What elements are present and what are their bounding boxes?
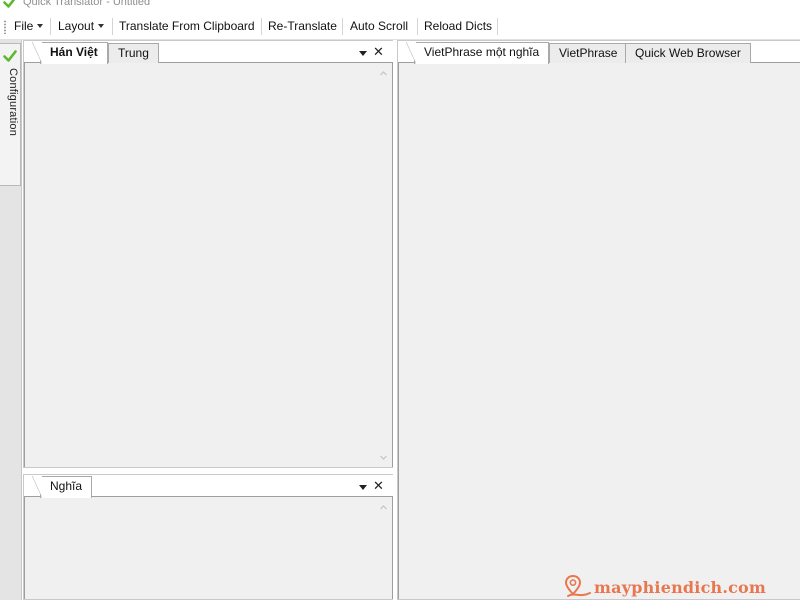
chevron-down-icon[interactable] xyxy=(359,485,367,490)
menu-re-translate[interactable]: Re-Translate xyxy=(268,18,337,34)
menu-separator xyxy=(497,18,498,35)
close-icon[interactable]: ✕ xyxy=(373,44,384,60)
caret-down-icon xyxy=(37,23,44,28)
configuration-label: Configuration xyxy=(7,68,19,137)
nghia-panel: Nghĩa ✕ xyxy=(23,474,394,600)
tab-vietphrase-mot-nghia[interactable]: VietPhrase một nghĩa xyxy=(405,42,550,64)
chevron-down-icon[interactable] xyxy=(359,51,367,56)
menu-layout[interactable]: Layout xyxy=(58,18,105,34)
panel-tab-strip: VietPhrase một nghĩa VietPhrase Quick We… xyxy=(398,41,800,64)
menu-auto-scroll-label: Auto Scroll xyxy=(350,19,409,33)
vertical-scrollbar[interactable] xyxy=(375,497,392,599)
tab-vietphrase-mot-nghia-label: VietPhrase một nghĩa xyxy=(424,45,540,59)
map-pin-logo-icon xyxy=(564,574,591,597)
menu-reload-dicts[interactable]: Reload Dicts xyxy=(424,18,492,34)
watermark-text: mayphiendich.com xyxy=(594,577,767,597)
menu-file[interactable]: File xyxy=(14,18,44,34)
title-bar: Quick Translator - Untitled xyxy=(0,0,800,12)
menu-translate-from-clipboard[interactable]: Translate From Clipboard xyxy=(119,18,255,34)
side-strip: Configuration xyxy=(0,40,22,600)
tab-nghia[interactable]: Nghĩa xyxy=(31,476,93,498)
tab-han-viet-label: Hán Việt xyxy=(50,45,98,59)
vietphrase-text-area[interactable] xyxy=(398,63,800,599)
tab-configuration[interactable]: Configuration xyxy=(0,43,21,186)
panel-tab-strip: Nghĩa ✕ xyxy=(24,475,393,498)
menu-auto-scroll[interactable]: Auto Scroll xyxy=(350,18,408,34)
han-viet-panel: Hán Việt Trung ✕ xyxy=(23,40,394,468)
caret-down-icon xyxy=(98,23,105,28)
tab-vietphrase-label: VietPhrase xyxy=(559,46,618,60)
menu-translate-label: Translate From Clipboard xyxy=(119,19,255,33)
nghia-text-area[interactable] xyxy=(24,497,393,599)
menu-re-translate-label: Re-Translate xyxy=(268,19,337,33)
menu-layout-label: Layout xyxy=(58,19,95,33)
app-check-icon xyxy=(3,0,16,8)
scroll-up-icon[interactable] xyxy=(380,504,387,511)
close-icon[interactable]: ✕ xyxy=(373,478,384,494)
tab-trung[interactable]: Trung xyxy=(108,43,159,63)
toolbar-grip[interactable] xyxy=(4,20,6,34)
menu-separator xyxy=(261,18,262,35)
menu-separator xyxy=(112,18,113,35)
han-viet-text-area[interactable] xyxy=(24,63,393,467)
menu-separator xyxy=(50,18,51,35)
tab-quick-web-browser-label: Quick Web Browser xyxy=(635,46,741,60)
menu-reload-dicts-label: Reload Dicts xyxy=(424,19,493,33)
menu-separator xyxy=(417,18,418,35)
window-title: Quick Translator - Untitled xyxy=(23,0,151,8)
tab-quick-web-browser[interactable]: Quick Web Browser xyxy=(625,43,751,63)
menu-bar: File Layout Translate From Clipboard Re-… xyxy=(0,12,800,40)
tab-han-viet[interactable]: Hán Việt xyxy=(32,42,108,64)
menu-separator xyxy=(342,18,343,35)
menu-file-label: File xyxy=(14,19,34,33)
vietphrase-panel: VietPhrase một nghĩa VietPhrase Quick We… xyxy=(397,40,800,600)
scroll-up-icon[interactable] xyxy=(380,70,387,77)
tab-vietphrase[interactable]: VietPhrase xyxy=(549,43,628,63)
scroll-down-icon[interactable] xyxy=(380,454,387,461)
panel-tab-strip: Hán Việt Trung ✕ xyxy=(24,41,393,64)
tab-trung-label: Trung xyxy=(118,46,149,60)
check-icon xyxy=(3,50,17,62)
vertical-scrollbar[interactable] xyxy=(375,63,392,467)
watermark: mayphiendich.com xyxy=(564,573,766,600)
tab-nghia-label: Nghĩa xyxy=(50,479,83,493)
